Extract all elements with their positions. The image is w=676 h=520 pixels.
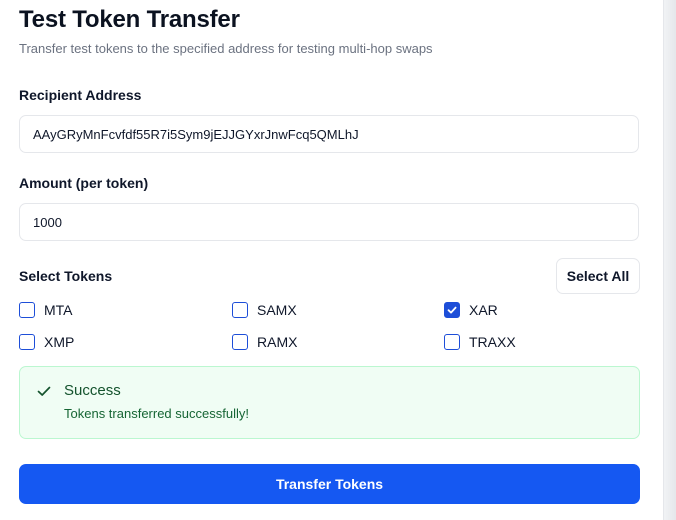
token-label-xmp: XMP: [44, 334, 75, 350]
token-checkbox-xmp[interactable]: [19, 334, 35, 350]
page: Test Token Transfer Transfer test tokens…: [0, 0, 676, 520]
token-checkbox-xar[interactable]: [444, 302, 460, 318]
select-all-button[interactable]: Select All: [556, 258, 640, 294]
recipient-address-input[interactable]: AAyGRyMnFcvfdf55R7i5Sym9jEJJGYxrJnwFcq5Q…: [19, 115, 639, 153]
token-checkbox-samx[interactable]: [232, 302, 248, 318]
success-alert: Success Tokens transferred successfully!: [19, 366, 640, 439]
check-icon: [447, 306, 457, 314]
recipient-address-label: Recipient Address: [19, 87, 142, 103]
alert-description: Tokens transferred successfully!: [64, 406, 249, 421]
token-label-traxx: TRAXX: [469, 334, 516, 350]
token-option-traxx[interactable]: TRAXX: [444, 333, 516, 351]
amount-input[interactable]: 1000: [19, 203, 639, 241]
token-option-ramx[interactable]: RAMX: [232, 333, 297, 351]
token-checkbox-mta[interactable]: [19, 302, 35, 318]
page-title: Test Token Transfer: [19, 6, 240, 33]
token-label-xar: XAR: [469, 302, 498, 318]
token-label-samx: SAMX: [257, 302, 297, 318]
token-option-xmp[interactable]: XMP: [19, 333, 74, 351]
alert-title: Success: [64, 382, 121, 399]
token-label-ramx: RAMX: [257, 334, 298, 350]
check-icon: [37, 386, 51, 396]
scrollbar-track[interactable]: [663, 0, 676, 520]
token-label-mta: MTA: [44, 302, 73, 318]
page-subtitle: Transfer test tokens to the specified ad…: [19, 41, 433, 56]
recipient-address-value: AAyGRyMnFcvfdf55R7i5Sym9jEJJGYxrJnwFcq5Q…: [33, 126, 359, 142]
token-option-mta[interactable]: MTA: [19, 301, 73, 319]
token-checkbox-traxx[interactable]: [444, 334, 460, 350]
amount-label: Amount (per token): [19, 175, 149, 191]
amount-value: 1000: [33, 214, 62, 230]
transfer-tokens-button[interactable]: Transfer Tokens: [19, 464, 640, 504]
token-option-xar[interactable]: XAR: [444, 301, 498, 319]
token-checkbox-ramx[interactable]: [232, 334, 248, 350]
token-option-samx[interactable]: SAMX: [232, 301, 297, 319]
select-tokens-label: Select Tokens: [19, 268, 113, 284]
